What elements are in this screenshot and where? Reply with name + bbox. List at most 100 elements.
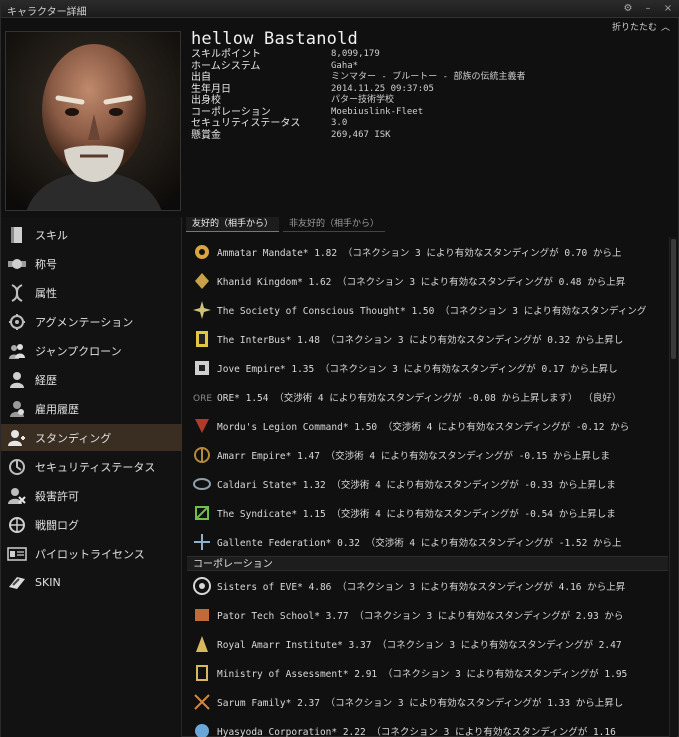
soe-icon bbox=[191, 575, 213, 597]
scroll-thumb[interactable] bbox=[671, 239, 676, 359]
sidebar-item-label: アグメンテーション bbox=[35, 315, 134, 329]
chevron-up-icon: ︿ bbox=[660, 23, 670, 33]
collapse-label: 折りたたむ bbox=[611, 23, 657, 33]
character-portrait[interactable] bbox=[5, 31, 181, 211]
amarr-icon bbox=[191, 444, 213, 466]
khanid-icon bbox=[191, 270, 213, 292]
standing-text: Caldari State* 1.32 （交渉術 4 により有効なスタンディング… bbox=[217, 479, 616, 491]
list-item[interactable]: Jove Empire* 1.35 （コネクション 3 により有効なスタンディン… bbox=[187, 353, 668, 382]
list-item[interactable]: ORE ORE* 1.54 （交渉術 4 により有効なスタンディングが -0.0… bbox=[187, 382, 668, 411]
sidebar-item-decorations[interactable]: 称号 bbox=[1, 250, 182, 277]
sidebar-item-jump-clones[interactable]: ジャンプクローン bbox=[1, 337, 182, 364]
sidebar-item-combat-log[interactable]: 戦闘ログ bbox=[1, 511, 182, 538]
sidebar-item-security-status[interactable]: セキュリティステータス bbox=[1, 453, 182, 480]
info-value[interactable]: パター技術学校 bbox=[331, 95, 394, 107]
list-item[interactable]: The Society of Conscious Thought* 1.50 （… bbox=[187, 295, 668, 324]
info-label: 懸賞金 bbox=[191, 129, 221, 141]
list-item[interactable]: Sisters of EVE* 4.86 （コネクション 3 により有効なスタン… bbox=[187, 571, 668, 600]
syndicate-icon bbox=[191, 502, 213, 524]
standing-text: Pator Tech School* 3.77 （コネクション 3 により有効な… bbox=[217, 610, 624, 622]
sidebar-item-augmentations[interactable]: アグメンテーション bbox=[1, 308, 182, 335]
info-label: 出身校 bbox=[191, 95, 221, 106]
info-value: 2014.11.25 09:37:05 bbox=[331, 83, 434, 94]
collapse-button[interactable]: 折りたたむ ︿ bbox=[612, 20, 670, 33]
sidebar-item-kill-rights[interactable]: 殺害許可 bbox=[1, 482, 182, 509]
sidebar-item-employment-history[interactable]: 雇用履歴 bbox=[1, 395, 182, 422]
list-item[interactable]: Sarum Family* 2.37 （コネクション 3 により有効なスタンディ… bbox=[187, 687, 668, 716]
dna-icon bbox=[6, 283, 28, 303]
list-item[interactable]: The InterBus* 1.48 （コネクション 3 により有効なスタンディ… bbox=[187, 324, 668, 353]
sidebar-item-pilot-license[interactable]: パイロットライセンス bbox=[1, 540, 182, 567]
interbus-icon bbox=[191, 328, 213, 350]
sidebar-item-label: パイロットライセンス bbox=[35, 547, 145, 561]
standing-text: Royal Amarr Institute* 3.37 （コネクション 3 によ… bbox=[217, 639, 622, 651]
list-item[interactable]: Royal Amarr Institute* 3.37 （コネクション 3 によ… bbox=[187, 629, 668, 658]
tab-friendly[interactable]: 友好的（相手から） bbox=[186, 217, 280, 232]
list-item[interactable]: Gallente Federation* 0.32 （交渉術 4 により有効なス… bbox=[187, 527, 668, 556]
info-value: 8,099,179 bbox=[331, 49, 380, 59]
sidebar-item-label: SKIN bbox=[35, 576, 61, 589]
character-name: hellow Bastanold bbox=[191, 29, 358, 49]
info-label: 出自 bbox=[191, 72, 211, 83]
sidebar-item-label: 殺害許可 bbox=[35, 489, 79, 503]
info-value[interactable]: Moebiuslink-Fleet bbox=[331, 107, 423, 119]
list-scrollbar[interactable] bbox=[669, 237, 677, 737]
sidebar-item-label: スキル bbox=[35, 228, 68, 242]
caldari-icon bbox=[191, 473, 213, 495]
tab-unfriendly[interactable]: 非友好的（相手から） bbox=[283, 217, 386, 232]
minimize-icon[interactable]: – bbox=[642, 2, 654, 16]
sidebar: スキル 称号 属性 アグメンテーション ジャンプクローン 経歴 雇用履歴 スタン… bbox=[1, 217, 182, 737]
sidebar-item-label: 戦闘ログ bbox=[35, 518, 79, 532]
list-item[interactable]: The Syndicate* 1.15 （交渉術 4 により有効なスタンディング… bbox=[187, 498, 668, 527]
decoration-icon bbox=[6, 254, 28, 274]
hyasyoda-icon bbox=[191, 720, 213, 737]
standings-icon bbox=[6, 428, 28, 448]
sidebar-item-attributes[interactable]: 属性 bbox=[1, 279, 182, 306]
rai-icon bbox=[191, 633, 213, 655]
info-label: セキュリティステータス bbox=[191, 118, 301, 129]
standing-text: Amarr Empire* 1.47 （交渉術 4 により有効なスタンディングが… bbox=[217, 450, 611, 462]
sidebar-item-label: スタンディング bbox=[35, 431, 112, 445]
skin-icon bbox=[6, 573, 28, 593]
close-icon[interactable]: × bbox=[662, 2, 674, 16]
title-bar[interactable]: キャラクター詳細 ⚙ – × bbox=[1, 1, 679, 18]
sidebar-item-standings[interactable]: スタンディング bbox=[1, 424, 182, 451]
combat-log-icon bbox=[6, 515, 28, 535]
info-value[interactable]: Gaha* bbox=[331, 61, 358, 73]
sidebar-item-skin[interactable]: SKIN bbox=[1, 569, 182, 596]
list-item[interactable]: Khanid Kingdom* 1.62 （コネクション 3 により有効なスタン… bbox=[187, 266, 668, 295]
ammatar-icon bbox=[191, 241, 213, 263]
list-item[interactable]: Amarr Empire* 1.47 （交渉術 4 により有効なスタンディングが… bbox=[187, 440, 668, 469]
settings-icon[interactable]: ⚙ bbox=[622, 2, 634, 16]
window-title: キャラクター詳細 bbox=[7, 7, 87, 18]
sidebar-item-label: ジャンプクローン bbox=[35, 344, 122, 358]
sidebar-item-bio[interactable]: 経歴 bbox=[1, 366, 182, 393]
list-item[interactable]: Hyasyoda Corporation* 2.22 （コネクション 3 により… bbox=[187, 716, 668, 737]
standing-text: The Syndicate* 1.15 （交渉術 4 により有効なスタンディング… bbox=[217, 508, 616, 520]
standings-tabs: 友好的（相手から） 非友好的（相手から） bbox=[186, 217, 386, 232]
sidebar-item-skills[interactable]: スキル bbox=[1, 221, 182, 248]
mordu-icon bbox=[191, 415, 213, 437]
character-info: スキルポイント 8,099,179 ホームシステム Gaha* 出自 ミンマター - … bbox=[191, 49, 526, 141]
svg-text:ORE: ORE bbox=[193, 394, 212, 404]
jove-icon bbox=[191, 357, 213, 379]
list-item[interactable]: Ammatar Mandate* 1.82 （コネクション 3 により有効なスタ… bbox=[187, 237, 668, 266]
standing-text: Ministry of Assessment* 2.91 （コネクション 3 に… bbox=[217, 668, 628, 680]
list-item[interactable]: Caldari State* 1.32 （交渉術 4 により有効なスタンディング… bbox=[187, 469, 668, 498]
list-item[interactable]: Pator Tech School* 3.77 （コネクション 3 により有効な… bbox=[187, 600, 668, 629]
employment-icon bbox=[6, 399, 28, 419]
standings-list: Ammatar Mandate* 1.82 （コネクション 3 により有効なスタ… bbox=[187, 237, 668, 737]
list-item[interactable]: Ministry of Assessment* 2.91 （コネクション 3 に… bbox=[187, 658, 668, 687]
skill-book-icon bbox=[6, 225, 28, 245]
implant-icon bbox=[6, 312, 28, 332]
standing-text: Sarum Family* 2.37 （コネクション 3 により有効なスタンディ… bbox=[217, 697, 624, 709]
info-label: ホームシステム bbox=[191, 60, 261, 72]
list-item[interactable]: Mordu's Legion Command* 1.50 （交渉術 4 により有… bbox=[187, 411, 668, 440]
sot-icon bbox=[191, 299, 213, 321]
bio-icon bbox=[6, 370, 28, 390]
standing-text: Jove Empire* 1.35 （コネクション 3 により有効なスタンディン… bbox=[217, 363, 618, 375]
ore-icon: ORE bbox=[191, 386, 213, 408]
info-label: スキルポイント bbox=[191, 49, 261, 60]
info-value: ミンマター - ブルートー - 部族の伝統主義者 bbox=[331, 72, 526, 82]
moa-icon bbox=[191, 662, 213, 684]
